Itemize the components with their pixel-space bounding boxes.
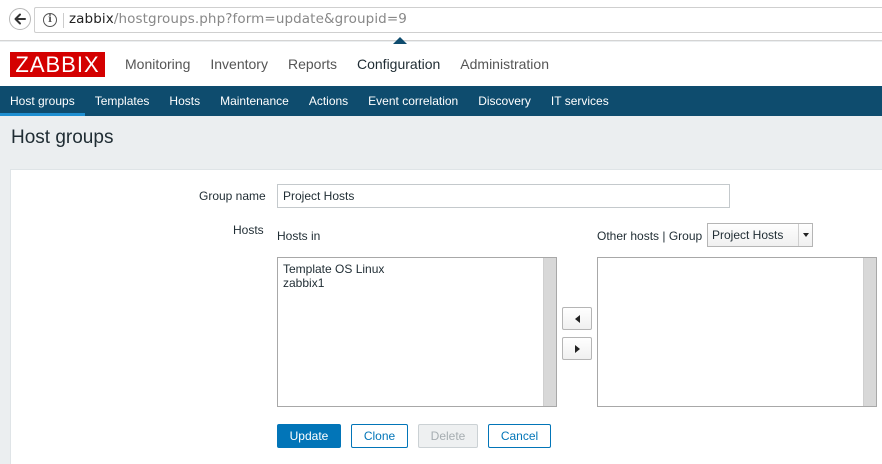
clone-button[interactable]: Clone (351, 424, 408, 448)
move-right-button[interactable] (562, 337, 592, 360)
subnav-it-services[interactable]: IT services (541, 86, 619, 116)
nav-configuration[interactable]: Configuration (347, 42, 450, 86)
url-text: zabbix/hostgroups.php?form=update&groupi… (69, 11, 407, 27)
sub-nav: Host groups Templates Hosts Maintenance … (0, 86, 882, 116)
hosts-in-scrollbar[interactable] (543, 258, 556, 406)
nav-monitoring[interactable]: Monitoring (115, 42, 200, 86)
back-arrow-icon (14, 13, 26, 25)
group-select-value: Project Hosts (712, 228, 784, 242)
nav-administration[interactable]: Administration (450, 42, 559, 86)
main-nav: Monitoring Inventory Reports Configurati… (115, 42, 559, 86)
nav-reports[interactable]: Reports (278, 42, 347, 86)
back-button[interactable] (9, 8, 31, 30)
move-left-button[interactable] (562, 307, 592, 330)
group-select[interactable]: Project Hosts (707, 223, 813, 247)
chevron-down-icon (798, 224, 812, 246)
subnav-event-correlation[interactable]: Event correlation (358, 86, 468, 116)
subnav-host-groups[interactable]: Host groups (0, 86, 85, 116)
subnav-discovery[interactable]: Discovery (468, 86, 541, 116)
top-header: ZABBIX Monitoring Inventory Reports Conf… (0, 42, 882, 86)
info-icon[interactable]: i (43, 13, 57, 27)
address-bar[interactable]: i zabbix/hostgroups.php?form=update&grou… (34, 7, 882, 33)
group-name-input[interactable]: Project Hosts (277, 184, 730, 208)
hosts-in-list[interactable]: Template OS Linux zabbix1 (277, 257, 557, 407)
url-separator (63, 13, 64, 28)
delete-button: Delete (418, 424, 478, 448)
other-hosts-label: Other hosts | Group (597, 229, 703, 243)
update-button[interactable]: Update (277, 424, 341, 448)
subnav-hosts[interactable]: Hosts (159, 86, 210, 116)
other-hosts-scrollbar[interactable] (863, 258, 876, 406)
active-nav-indicator (393, 37, 407, 44)
arrow-left-icon (574, 314, 580, 323)
zabbix-logo[interactable]: ZABBIX (10, 52, 105, 77)
list-item[interactable]: Template OS Linux (283, 262, 384, 276)
list-item[interactable]: zabbix1 (283, 276, 384, 290)
group-name-label: Group name (199, 189, 266, 203)
subnav-maintenance[interactable]: Maintenance (210, 86, 299, 116)
hosts-in-label: Hosts in (277, 229, 321, 243)
url-host: zabbix (69, 11, 114, 27)
subnav-actions[interactable]: Actions (299, 86, 358, 116)
nav-inventory[interactable]: Inventory (200, 42, 278, 86)
url-path: /hostgroups.php?form=update&groupid=9 (113, 11, 407, 27)
hosts-label: Hosts (233, 223, 264, 237)
page-title: Host groups (11, 127, 114, 148)
other-hosts-list[interactable] (597, 257, 877, 407)
browser-toolbar: i zabbix/hostgroups.php?form=update&grou… (0, 0, 882, 41)
arrow-right-icon (574, 344, 580, 353)
cancel-button[interactable]: Cancel (488, 424, 551, 448)
subnav-templates[interactable]: Templates (85, 86, 160, 116)
